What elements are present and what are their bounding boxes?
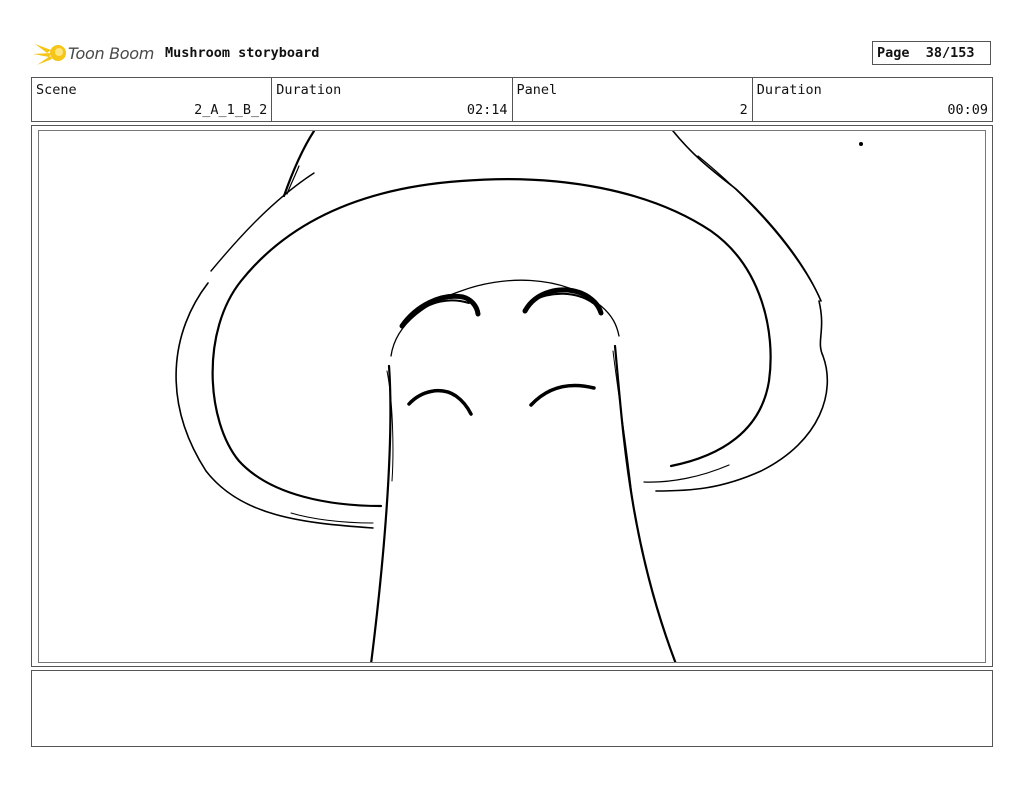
panel-duration-cell: Duration 00:09 [753,78,992,121]
document-title: Mushroom storyboard [165,45,320,61]
panel-notes-area [31,670,993,747]
page-label: Page [877,45,910,61]
scene-info-row: Scene 2_A_1_B_2 Duration 02:14 Panel 2 D… [31,77,993,122]
panel-duration-value: 00:09 [947,102,988,118]
mushroom-sketch-icon [175,131,863,662]
scene-cell: Scene 2_A_1_B_2 [32,78,273,121]
panel-label: Panel [516,82,558,98]
page-indicator: Page 38/153 [872,41,991,65]
panel-drawing-area [38,130,986,663]
brand-name: Toon Boom [68,44,155,63]
scene-value: 2_A_1_B_2 [194,102,268,118]
scene-duration-cell: Duration 02:14 [272,78,513,121]
page-number: 38/153 [925,45,975,61]
panel-cell: Panel 2 [513,78,753,121]
panel-duration-label: Duration [756,82,822,98]
scene-label: Scene [36,82,77,98]
scene-duration-value: 02:14 [466,102,508,118]
scene-duration-label: Duration [276,82,342,98]
panel-value: 2 [739,102,748,118]
